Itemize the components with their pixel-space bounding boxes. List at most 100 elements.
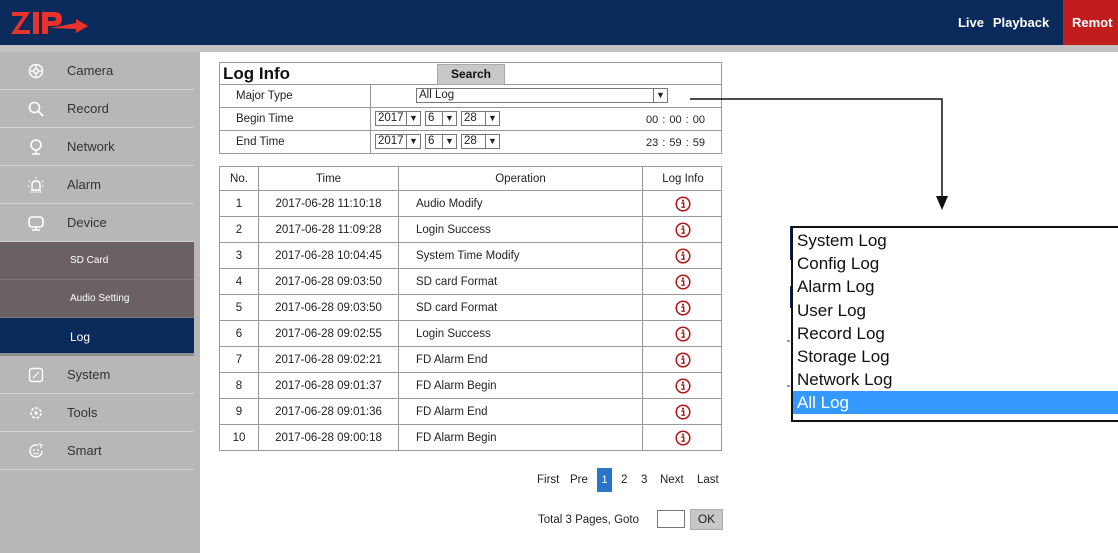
cell-no: 2 xyxy=(220,217,259,242)
cell-operation: FD Alarm Begin xyxy=(399,425,643,450)
cell-time: 2017-06-28 09:02:21 xyxy=(259,347,399,372)
end-clock[interactable]: 23 : 59 : 59 xyxy=(646,137,705,149)
table-row: 10 2017-06-28 09:00:18 FD Alarm Begin xyxy=(219,425,722,451)
sidebar-item-network[interactable]: Network xyxy=(0,128,194,166)
chevron-down-icon: ▼ xyxy=(442,135,456,148)
dropdown-option[interactable]: System Log xyxy=(797,229,1118,252)
major-type-label: Major Type xyxy=(236,90,293,102)
nav-remote[interactable]: Remot xyxy=(1063,0,1118,45)
chevron-down-icon: ▼ xyxy=(406,135,420,148)
info-icon[interactable] xyxy=(675,299,691,316)
column-header-operation: Operation xyxy=(399,167,643,190)
begin-day-select[interactable]: 28 ▼ xyxy=(461,111,500,126)
end-month-value: 6 xyxy=(428,135,435,147)
sidebar-subitem-sd-card[interactable]: SD Card xyxy=(0,242,194,280)
sidebar-label: Device xyxy=(67,215,107,230)
goto-page-input[interactable] xyxy=(657,510,685,528)
search-icon xyxy=(28,101,44,117)
cell-time: 2017-06-28 11:09:28 xyxy=(259,217,399,242)
begin-time-label: Begin Time xyxy=(236,113,294,125)
column-header-log-info: Log Info xyxy=(662,172,704,185)
cell-operation: Login Success xyxy=(399,217,643,242)
info-icon[interactable] xyxy=(675,429,691,446)
begin-year-select[interactable]: 2017 ▼ xyxy=(375,111,421,126)
begin-month-select[interactable]: 6 ▼ xyxy=(425,111,457,126)
sidebar-item-device[interactable]: Device xyxy=(0,204,194,242)
sidebar-item-record[interactable]: Record xyxy=(0,90,194,128)
pager-last[interactable]: Last xyxy=(697,468,719,492)
goto-ok-button[interactable]: OK xyxy=(690,509,723,530)
chevron-down-icon: ▼ xyxy=(653,89,667,102)
info-icon[interactable] xyxy=(675,195,691,212)
cell-log-info xyxy=(643,269,723,294)
sidebar-label: Camera xyxy=(67,63,114,78)
cell-no: 10 xyxy=(220,425,259,450)
major-type-options-list: System Log Config Log Alarm Log User Log Rec… xyxy=(791,226,1118,422)
dropdown-option[interactable]: All Log xyxy=(793,391,1118,415)
end-year-select[interactable]: 2017 ▼ xyxy=(375,134,421,149)
sidebar-label: System xyxy=(67,367,111,382)
sidebar-subitem-audio-setting[interactable]: Audio Setting xyxy=(0,280,194,318)
alarm-icon xyxy=(28,177,44,193)
pager-page-1[interactable]: 1 xyxy=(597,468,612,492)
info-icon[interactable] xyxy=(675,325,691,342)
cell-time: 2017-06-28 09:03:50 xyxy=(259,269,399,294)
pager-next[interactable]: Next xyxy=(660,468,684,492)
chevron-down-icon: ▼ xyxy=(442,112,456,125)
nav-live[interactable]: Live xyxy=(949,0,993,45)
pager-first[interactable]: First xyxy=(537,468,559,492)
info-icon[interactable] xyxy=(675,221,691,238)
table-row: 8 2017-06-28 09:01:37 FD Alarm Begin xyxy=(219,373,722,399)
divider xyxy=(370,131,371,153)
info-icon[interactable] xyxy=(675,377,691,394)
dropdown-option[interactable]: Alarm Log xyxy=(797,275,1118,298)
sidebar-item-alarm[interactable]: Alarm xyxy=(0,166,194,204)
dropdown-option[interactable]: Storage Log xyxy=(797,345,1118,368)
pager-page-3[interactable]: 3 xyxy=(641,468,647,492)
dropdown-option[interactable]: User Log xyxy=(797,299,1118,322)
info-icon[interactable] xyxy=(675,403,691,420)
pager-pre[interactable]: Pre xyxy=(570,468,588,492)
cell-time: 2017-06-28 10:04:45 xyxy=(259,243,399,268)
table-row: 1 2017-06-28 11:10:18 Audio Modify xyxy=(219,191,722,217)
sidebar-item-smart[interactable]: Smart xyxy=(0,432,194,470)
column-header-no: No. xyxy=(220,167,259,190)
dropdown-option[interactable]: Network Log xyxy=(797,368,1118,391)
cell-operation: Login Success xyxy=(399,321,643,346)
info-icon[interactable] xyxy=(675,273,691,290)
cell-log-info xyxy=(643,191,723,216)
cell-no: 6 xyxy=(220,321,259,346)
filter-row-begin-time: Begin Time 2017 ▼ 6 ▼ 28 ▼ 00 : 00 : 00 xyxy=(219,108,722,131)
cell-no: 4 xyxy=(220,269,259,294)
cell-operation: FD Alarm End xyxy=(399,399,643,424)
major-type-select[interactable]: All Log ▼ xyxy=(416,88,668,103)
dropdown-option[interactable]: Config Log xyxy=(797,252,1118,275)
end-month-select[interactable]: 6 ▼ xyxy=(425,134,457,149)
end-time-label: End Time xyxy=(236,136,285,148)
network-icon xyxy=(30,139,42,155)
pager-page-2[interactable]: 2 xyxy=(621,468,627,492)
cell-operation: SD card Format xyxy=(399,295,643,320)
sidebar-item-camera[interactable]: Camera xyxy=(0,52,194,90)
info-icon[interactable] xyxy=(675,247,691,264)
sidebar-item-system[interactable]: System xyxy=(0,356,194,394)
dropdown-option[interactable]: Record Log xyxy=(797,322,1118,345)
tools-icon xyxy=(30,407,42,419)
begin-clock[interactable]: 00 : 00 : 00 xyxy=(646,114,705,126)
table-row: 9 2017-06-28 09:01:36 FD Alarm End xyxy=(219,399,722,425)
table-header: No. Time Operation Log Info xyxy=(219,166,722,191)
column-header-time: Time xyxy=(259,167,399,190)
cell-time: 2017-06-28 09:01:36 xyxy=(259,399,399,424)
end-day-select[interactable]: 28 ▼ xyxy=(461,134,500,149)
sidebar-subitem-log[interactable]: Log xyxy=(0,318,194,356)
app-window: Live Playback Remot Camera Record Networ… xyxy=(0,0,1118,553)
cell-log-info xyxy=(643,347,723,372)
sidebar-item-tools[interactable]: Tools xyxy=(0,394,194,432)
cell-operation: Audio Modify xyxy=(399,191,643,216)
nav-playback[interactable]: Playback xyxy=(989,0,1053,45)
info-icon[interactable] xyxy=(675,351,691,368)
cell-operation: System Time Modify xyxy=(399,243,643,268)
search-button[interactable]: Search xyxy=(437,64,505,85)
cell-log-info xyxy=(643,321,723,346)
cell-time: 2017-06-28 09:00:18 xyxy=(259,425,399,450)
